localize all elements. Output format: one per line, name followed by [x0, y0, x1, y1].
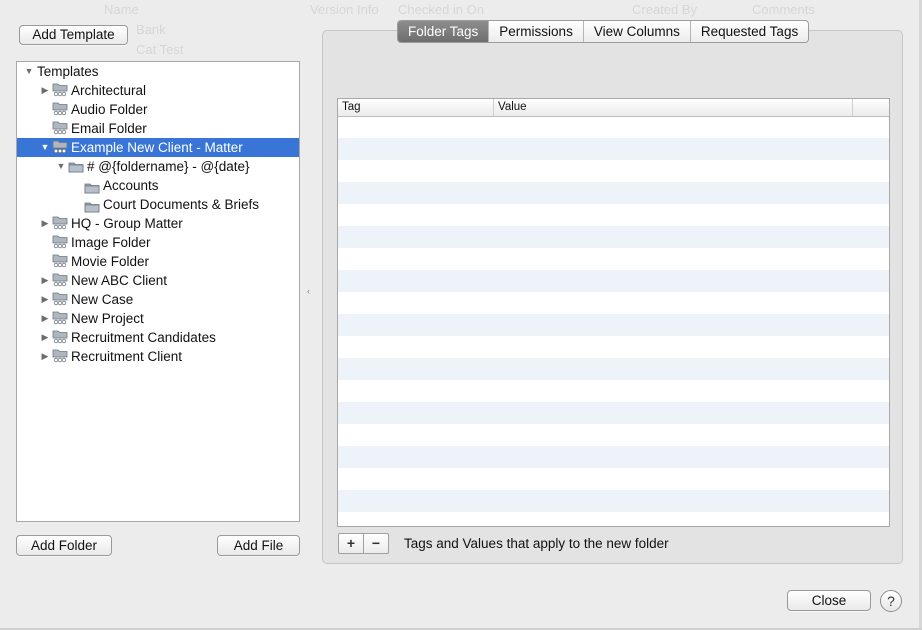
tree-item[interactable]: ▶ New ABC Client: [17, 271, 299, 290]
table-row-stripe: [338, 446, 889, 468]
table-row-stripe: [338, 226, 889, 248]
tree-root-templates[interactable]: ▼ Templates: [17, 62, 299, 81]
remove-tag-button[interactable]: −: [363, 534, 388, 553]
table-row-stripe: [338, 402, 889, 424]
table-header: Tag Value: [338, 99, 889, 117]
tree-item-label: Templates: [37, 64, 99, 79]
tree-item-label: # @{foldername} - @{date}: [87, 159, 250, 174]
tree-item[interactable]: ▶ HQ - Group Matter: [17, 214, 299, 233]
tree-item[interactable]: ▶ New Case: [17, 290, 299, 309]
disclosure-collapsed-icon[interactable]: ▶: [40, 271, 50, 290]
tree-item-label: Movie Folder: [71, 254, 150, 269]
column-header-value[interactable]: Value: [494, 99, 853, 116]
add-file-button[interactable]: Add File: [217, 535, 300, 556]
add-template-button[interactable]: Add Template: [19, 25, 128, 45]
table-row-stripe: [338, 314, 889, 336]
tree-item[interactable]: Email Folder: [17, 119, 299, 138]
tree-item-label: Court Documents & Briefs: [103, 197, 260, 212]
tree-item-label: Recruitment Candidates: [71, 330, 216, 345]
tree-item-label: New Project: [71, 311, 144, 326]
tree-item[interactable]: Court Documents & Briefs: [17, 195, 299, 214]
disclosure-collapsed-icon[interactable]: ▶: [40, 347, 50, 366]
disclosure-expanded-icon[interactable]: ▼: [40, 138, 50, 157]
tree-item-label: Email Folder: [71, 121, 147, 136]
tab-folder-tags[interactable]: Folder Tags: [398, 21, 489, 42]
ghost-text: Name: [104, 2, 139, 17]
tree-item[interactable]: ▼ # @{foldername} - @{date}: [17, 157, 299, 176]
tree-item[interactable]: Movie Folder: [17, 252, 299, 271]
table-row-stripe: [338, 270, 889, 292]
add-folder-button[interactable]: Add Folder: [16, 535, 112, 556]
tree-item[interactable]: Audio Folder: [17, 100, 299, 119]
tree-item[interactable]: ▼ Example New Client - Matter: [17, 138, 299, 157]
table-row-stripe: [338, 138, 889, 160]
disclosure-collapsed-icon[interactable]: ▶: [40, 81, 50, 100]
table-row-stripe: [338, 182, 889, 204]
folder-tags-table[interactable]: Tag Value: [337, 98, 890, 527]
add-remove-control: + −: [338, 533, 389, 554]
ghost-text: Version Info: [310, 2, 379, 17]
tree-item[interactable]: ▶ Recruitment Candidates: [17, 328, 299, 347]
tree-item[interactable]: ▶ Architectural: [17, 81, 299, 100]
table-row-stripe: [338, 490, 889, 512]
ghost-text: Cat Test: [136, 42, 184, 57]
disclosure-collapsed-icon[interactable]: ▶: [40, 328, 50, 347]
tab-view-columns[interactable]: View Columns: [582, 21, 690, 42]
disclosure-collapsed-icon[interactable]: ▶: [40, 309, 50, 328]
tree-item[interactable]: ▶ New Project: [17, 309, 299, 328]
column-header-tag[interactable]: Tag: [338, 99, 494, 116]
tab-requested-tags[interactable]: Requested Tags: [689, 21, 808, 42]
splitter-handle-icon[interactable]: ‹: [307, 286, 310, 296]
tree-item[interactable]: ▶ Recruitment Client: [17, 347, 299, 366]
table-hint-text: Tags and Values that apply to the new fo…: [404, 536, 669, 551]
add-tag-button[interactable]: +: [339, 534, 363, 553]
tree-item-label: Image Folder: [71, 235, 151, 250]
tab-bar: Folder Tags Permissions View Columns Req…: [397, 20, 810, 43]
ghost-text: Comments: [752, 2, 815, 17]
tree-item-label: Audio Folder: [71, 102, 148, 117]
tree-item-label: New Case: [71, 292, 134, 307]
tree-item-label: Example New Client - Matter: [71, 140, 243, 155]
help-icon: ?: [887, 593, 895, 609]
tree-item-label: HQ - Group Matter: [71, 216, 183, 231]
disclosure-expanded-icon[interactable]: ▼: [56, 157, 66, 176]
tree-item[interactable]: Image Folder: [17, 233, 299, 252]
tree-item-label: Accounts: [103, 178, 159, 193]
disclosure-collapsed-icon[interactable]: ▶: [40, 214, 50, 233]
tree-item-label: New ABC Client: [71, 273, 168, 288]
tree-item[interactable]: Accounts: [17, 176, 299, 195]
ghost-text: Created By: [632, 2, 698, 17]
ghost-text: Checked in On: [398, 2, 484, 17]
tab-permissions[interactable]: Permissions: [488, 21, 583, 42]
disclosure-collapsed-icon[interactable]: ▶: [40, 290, 50, 309]
help-button[interactable]: ?: [880, 590, 902, 612]
ghost-text: Bank: [136, 22, 166, 37]
table-row-stripe: [338, 358, 889, 380]
tree-item-label: Recruitment Client: [71, 349, 183, 364]
tree-item-label: Architectural: [71, 83, 147, 98]
close-button[interactable]: Close: [787, 590, 871, 611]
template-folder-icon: [52, 349, 68, 368]
disclosure-expanded-icon[interactable]: ▼: [24, 62, 34, 81]
template-tree[interactable]: ▼ Templates ▶ Architectural Audio Folder Em…: [16, 61, 300, 522]
